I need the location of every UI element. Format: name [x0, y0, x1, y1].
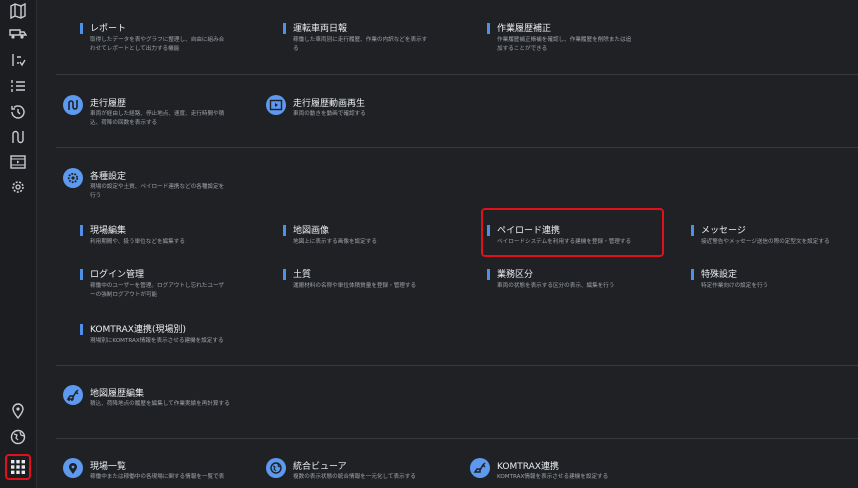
- menu-item-desc: 利用期間や、扱う単位などを編集する: [90, 239, 185, 245]
- menu-item-title: メッセージ: [701, 226, 746, 236]
- menu-item-desc: わせてレポートとして出力する機能: [90, 45, 180, 52]
- menu-item-desc: 車両の状態を表示する区分の表示、編集を行う: [497, 283, 615, 289]
- accent-bar: [487, 23, 490, 34]
- globe-icon: [266, 458, 286, 478]
- menu-item-title: 業務区分: [497, 270, 534, 280]
- gear-icon: [63, 168, 83, 188]
- accent-bar: [80, 324, 83, 335]
- menu-item-desc: 現場別にKOMTRAX情報を表示させる建機を設定する: [90, 338, 224, 344]
- accent-bar: [283, 269, 286, 280]
- film-icon: [266, 95, 286, 115]
- menu-item-desc: 車両が経由した経路、停止地点、速度、走行時間や積: [90, 111, 225, 117]
- menu-item-desc: ーの強制ログアウトが可能: [90, 291, 158, 298]
- payload-highlight-box: [481, 208, 664, 257]
- menu-item-title: ログイン管理: [90, 270, 145, 280]
- menu-item-desc: 特定作業向けの設定を行う: [701, 283, 769, 289]
- apps-grid-button[interactable]: [5, 454, 31, 480]
- menu-panel: レポート 取得したデータを表やグラフに整理し、自由に組み合 わせてレポートとして…: [37, 0, 858, 488]
- accent-bar: [691, 225, 694, 236]
- accent-bar: [283, 225, 286, 236]
- list-check-icon[interactable]: [9, 51, 27, 69]
- menu-item-desc: 現場の設定や土質、ペイロード連携などの各種設定を: [90, 184, 225, 190]
- accent-bar: [80, 225, 83, 236]
- menu-item-desc: 稼働した車両別に走行履歴、作業の内訳などを表示す: [293, 37, 428, 43]
- location-pin-icon: [63, 458, 83, 478]
- route-icon[interactable]: [9, 128, 27, 146]
- menu-item-desc: 複数の表示状態の統合情報を一元化して表示する: [293, 474, 416, 480]
- history-icon[interactable]: [9, 103, 27, 121]
- menu-item-desc: 込、荷降の回数を表示する: [90, 119, 158, 126]
- menu-item-title: 現場一覧: [90, 462, 127, 472]
- route-icon: [63, 95, 83, 115]
- menu-item-desc: 行う: [90, 192, 102, 199]
- section-divider: [56, 74, 858, 75]
- location-pin-icon[interactable]: [9, 402, 27, 420]
- menu-item-title: 運転車両日報: [293, 24, 348, 34]
- accent-bar: [80, 23, 83, 34]
- menu-item-title: 土質: [293, 270, 312, 280]
- menu-item-desc: 接近警告やメッセージ送信の際の定型文を設定する: [701, 239, 830, 245]
- menu-item-desc: 地図上に表示する画像を設定する: [293, 239, 377, 245]
- menu-item-desc: 稼働中のユーザーを管理。ログアウトし忘れたユーザ: [90, 283, 225, 289]
- menu-item-title: 統合ビューア: [293, 462, 347, 472]
- accent-bar: [283, 23, 286, 34]
- gear-icon[interactable]: [9, 178, 27, 196]
- menu-item-title: レポート: [90, 24, 127, 34]
- accent-bar: [691, 269, 694, 280]
- menu-item-title: 走行履歴動画再生: [293, 99, 366, 109]
- menu-item-desc: 加することができる: [497, 45, 548, 52]
- menu-item-title: 現場編集: [90, 226, 127, 236]
- map-icon[interactable]: [9, 2, 27, 20]
- section-divider: [56, 365, 858, 366]
- side-rail: [0, 0, 37, 488]
- menu-item-desc: 積込、荷降地点の履歴を編集して作業実績を再計算する: [90, 401, 230, 407]
- menu-item-title: KOMTRAX連携: [497, 462, 559, 472]
- menu-item-desc: KOMTRAX情報を表示させる建機を設定する: [497, 474, 609, 480]
- menu-item-desc: 作業履歴補正帳補を確認し、作業履歴を削除または追: [497, 37, 632, 43]
- list-icon[interactable]: [9, 77, 27, 95]
- menu-item-desc: 稼働中または稼働中の各現場に関する情報を一覧で表: [90, 474, 225, 480]
- truck-icon[interactable]: [9, 24, 27, 42]
- accent-bar: [487, 269, 490, 280]
- menu-item-title: 各種設定: [90, 172, 127, 182]
- menu-item-title: 地図画像: [293, 226, 330, 236]
- menu-item-title: 走行履歴: [90, 99, 127, 109]
- section-divider: [56, 438, 858, 439]
- menu-item-desc: 運搬材料の名称や単位体積質量を登録・管理する: [293, 283, 417, 289]
- section-divider: [56, 147, 858, 148]
- excavator-icon: [63, 385, 83, 405]
- apps-grid-icon: [11, 460, 25, 474]
- menu-item-desc: 取得したデータを表やグラフに整理し、自由に組み合: [90, 37, 225, 43]
- film-icon[interactable]: [9, 153, 27, 171]
- menu-item-title: 地図履歴編集: [90, 389, 145, 399]
- menu-item-title: KOMTRAX連携(現場別): [90, 325, 186, 335]
- menu-item-title: 特殊設定: [701, 270, 738, 280]
- globe-icon[interactable]: [9, 428, 27, 446]
- menu-item-desc: 車両の動きを動画で確認する: [293, 111, 366, 117]
- menu-item-title: 作業履歴補正: [497, 24, 552, 34]
- excavator-icon: [470, 458, 490, 478]
- accent-bar: [80, 269, 83, 280]
- menu-item-desc: る: [293, 45, 299, 52]
